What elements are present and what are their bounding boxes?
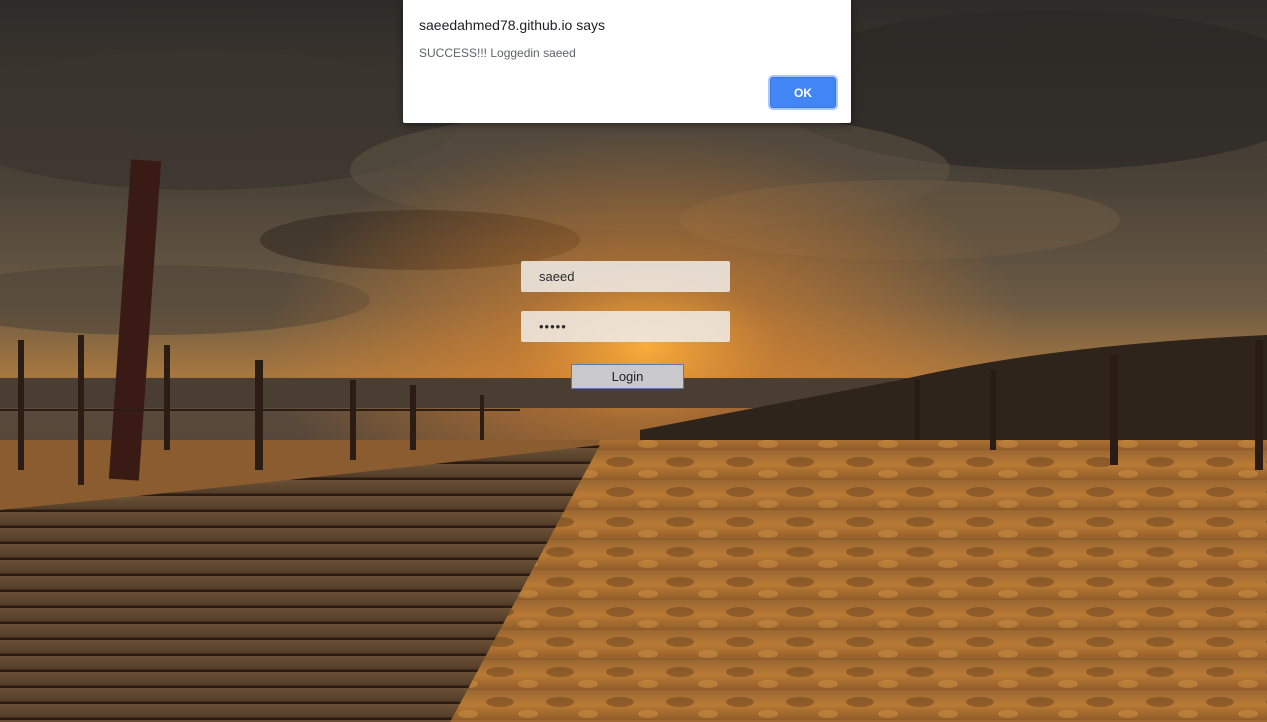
username-input[interactable] (521, 261, 730, 292)
alert-message: SUCCESS!!! Loggedin saeed (419, 46, 576, 60)
login-button[interactable]: Login (571, 364, 684, 389)
alert-title: saeedahmed78.github.io says (419, 17, 606, 33)
ok-button[interactable]: OK (770, 77, 836, 108)
alert-dialog: saeedahmed78.github.io says SUCCESS!!! L… (403, 0, 851, 123)
password-input[interactable] (521, 311, 730, 342)
login-form: Login (521, 261, 730, 389)
page: Login saeedahmed78.github.io says SUCCES… (0, 0, 1267, 722)
